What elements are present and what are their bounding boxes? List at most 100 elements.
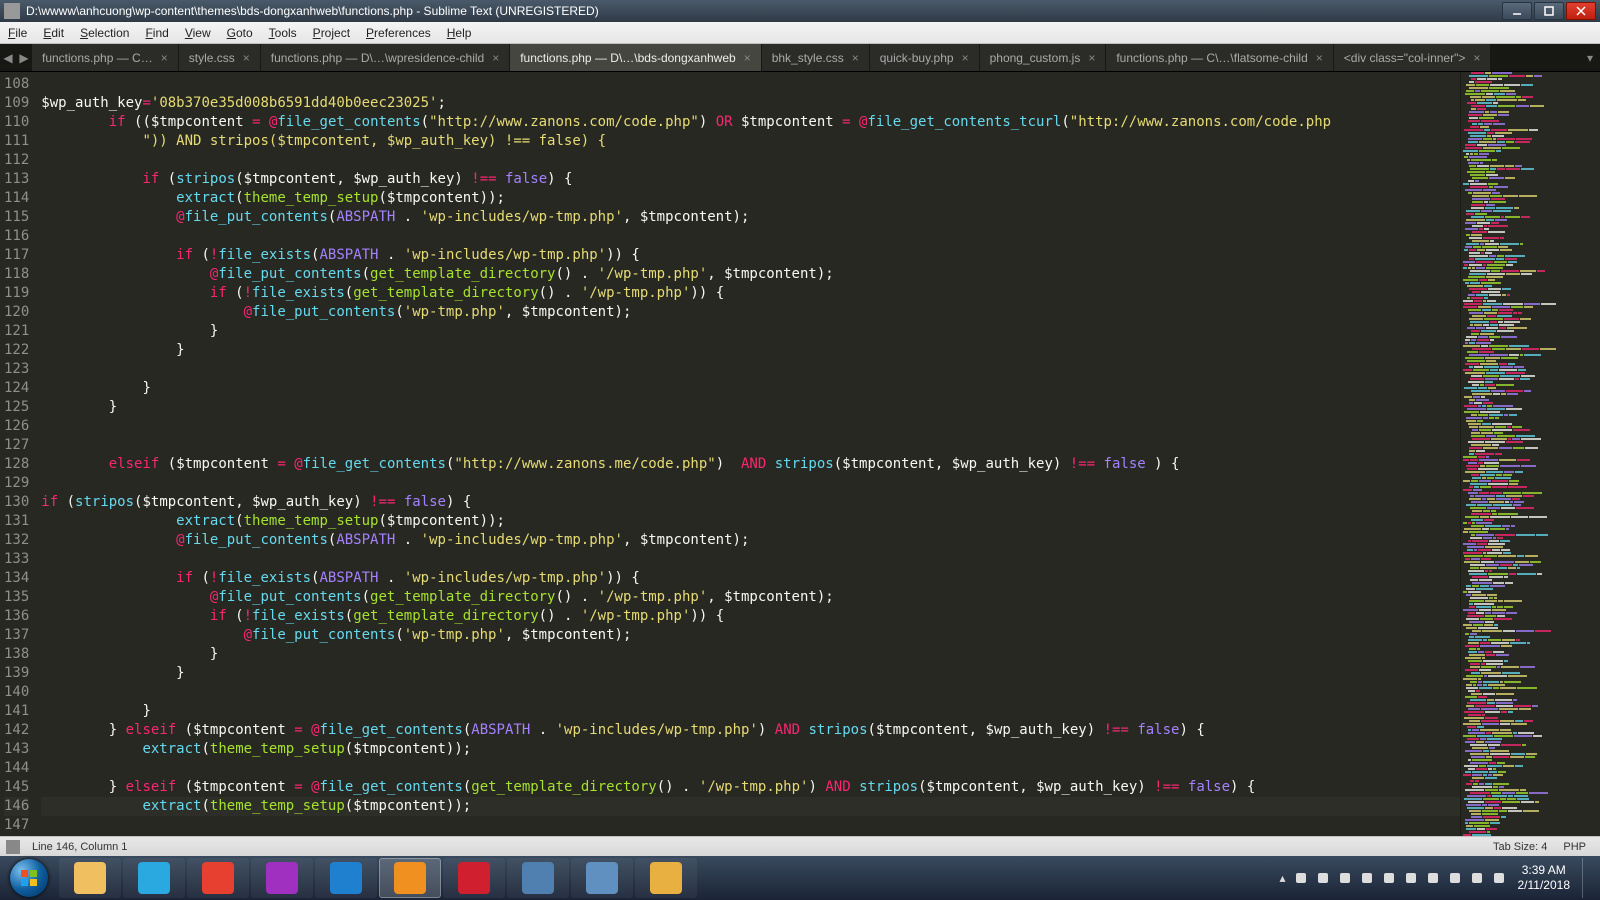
tab-close-icon[interactable]: × xyxy=(852,51,859,65)
code-line: } xyxy=(41,379,1460,398)
code-line: @file_put_contents(ABSPATH . 'wp-include… xyxy=(41,208,1460,227)
editor[interactable]: 1081091101111121131141151161171181191201… xyxy=(0,72,1600,836)
clock[interactable]: 3:39 AM 2/11/2018 xyxy=(1510,863,1579,893)
tab-8[interactable]: <div class="col-inner"> × xyxy=(1334,44,1492,71)
taskbar-app-purple[interactable] xyxy=(251,858,313,898)
menu-preferences[interactable]: Preferences xyxy=(358,23,439,43)
menu-selection[interactable]: Selection xyxy=(72,23,137,43)
tab-7[interactable]: functions.php — C\…\flatsome-child× xyxy=(1106,44,1333,71)
menu-tools[interactable]: Tools xyxy=(261,23,305,43)
menu-edit[interactable]: Edit xyxy=(35,23,72,43)
code-line: elseif ($tmpcontent = @file_get_contents… xyxy=(41,455,1460,474)
tab-2[interactable]: functions.php — D\…\wpresidence-child × xyxy=(261,44,510,71)
line-number: 118 xyxy=(4,265,29,284)
tray-flag-icon[interactable] xyxy=(1292,869,1310,887)
line-number: 134 xyxy=(4,569,29,588)
line-number: 132 xyxy=(4,531,29,550)
titlebar: D:\wwww\anhcuong\wp-content\themes\bds-d… xyxy=(0,0,1600,22)
tab-close-icon[interactable]: × xyxy=(1316,51,1323,65)
tab-close-icon[interactable]: × xyxy=(161,51,168,65)
menu-find[interactable]: Find xyxy=(137,23,176,43)
tab-size[interactable]: Tab Size: 4 xyxy=(1485,841,1555,853)
menu-help[interactable]: Help xyxy=(439,23,480,43)
line-number: 145 xyxy=(4,778,29,797)
tab-close-icon[interactable]: × xyxy=(744,51,751,65)
status-icon[interactable] xyxy=(6,840,20,854)
line-number: 136 xyxy=(4,607,29,626)
tab-close-icon[interactable]: × xyxy=(492,51,499,65)
taskbar-app-control[interactable] xyxy=(507,858,569,898)
line-number: 144 xyxy=(4,759,29,778)
taskbar-explorer[interactable] xyxy=(59,858,121,898)
line-number: 122 xyxy=(4,341,29,360)
system-tray: ▴ 3:39 AM 2/11/2018 xyxy=(1275,858,1600,898)
taskbar-chrome[interactable] xyxy=(187,858,249,898)
line-number: 135 xyxy=(4,588,29,607)
line-number: 138 xyxy=(4,645,29,664)
tab-0[interactable]: functions.php — C…× xyxy=(32,44,179,71)
tab-nav-fwd[interactable]: ▶ xyxy=(16,44,32,71)
tray-net-icon[interactable] xyxy=(1424,869,1442,887)
tab-6[interactable]: phong_custom.js× xyxy=(980,44,1107,71)
tab-3[interactable]: functions.php — D\…\bds-dongxanhweb× xyxy=(510,44,761,71)
tab-close-icon[interactable]: × xyxy=(962,51,969,65)
taskbar: ▴ 3:39 AM 2/11/2018 xyxy=(0,856,1600,900)
tabbar: ◀ ▶ functions.php — C…×style.css×functio… xyxy=(0,44,1600,72)
taskbar-sublime[interactable] xyxy=(379,858,441,898)
tab-close-icon[interactable]: × xyxy=(243,51,250,65)
code-line xyxy=(41,474,1460,493)
tab-4[interactable]: bhk_style.css × xyxy=(762,44,870,71)
code-line xyxy=(41,436,1460,455)
tab-dropdown[interactable]: ▾ xyxy=(1580,44,1600,71)
tray-overflow[interactable]: ▴ xyxy=(1275,871,1289,885)
line-number: 119 xyxy=(4,284,29,303)
gutter: 1081091101111121131141151161171181191201… xyxy=(0,72,37,836)
line-number: 143 xyxy=(4,740,29,759)
code-line xyxy=(41,151,1460,170)
tray-shield-icon[interactable] xyxy=(1314,869,1332,887)
taskbar-skype[interactable] xyxy=(123,858,185,898)
code-area[interactable]: $wp_auth_key='08b370e35d008b6591dd40b0ee… xyxy=(37,72,1460,836)
clock-time: 3:39 AM xyxy=(1518,863,1571,878)
tray-mail-icon[interactable] xyxy=(1358,869,1376,887)
tray-onedrive-icon[interactable] xyxy=(1336,869,1354,887)
minimap[interactable] xyxy=(1460,72,1600,836)
tab-close-icon[interactable]: × xyxy=(1473,51,1480,65)
menu-goto[interactable]: Goto xyxy=(219,23,261,43)
tray-input-icon[interactable] xyxy=(1446,869,1464,887)
tray-vol-icon[interactable] xyxy=(1490,869,1508,887)
tab-1[interactable]: style.css× xyxy=(179,44,261,71)
tab-label: bhk_style.css xyxy=(772,51,844,65)
menu-view[interactable]: View xyxy=(177,23,219,43)
tab-label: functions.php — D\…\wpresidence-child xyxy=(271,51,484,65)
start-button[interactable] xyxy=(0,856,58,900)
menu-file[interactable]: File xyxy=(0,23,35,43)
clock-date: 2/11/2018 xyxy=(1518,878,1571,893)
maximize-button[interactable] xyxy=(1534,2,1564,20)
code-line: $wp_auth_key='08b370e35d008b6591dd40b0ee… xyxy=(41,94,1460,113)
taskbar-paint[interactable] xyxy=(635,858,697,898)
tab-close-icon[interactable]: × xyxy=(1088,51,1095,65)
taskbar-opera[interactable] xyxy=(443,858,505,898)
code-line xyxy=(41,759,1460,778)
code-line: } xyxy=(41,645,1460,664)
cursor-position[interactable]: Line 146, Column 1 xyxy=(24,841,135,853)
tray-av-icon[interactable] xyxy=(1402,869,1420,887)
syntax-mode[interactable]: PHP xyxy=(1555,841,1594,853)
tray-wifi-icon[interactable] xyxy=(1468,869,1486,887)
line-number: 117 xyxy=(4,246,29,265)
line-number: 129 xyxy=(4,474,29,493)
app-icon xyxy=(4,3,20,19)
menu-project[interactable]: Project xyxy=(305,23,358,43)
tab-label: <div class="col-inner"> xyxy=(1344,51,1466,65)
line-number: 141 xyxy=(4,702,29,721)
show-desktop[interactable] xyxy=(1582,858,1594,898)
minimize-button[interactable] xyxy=(1502,2,1532,20)
close-button[interactable] xyxy=(1566,2,1596,20)
tab-5[interactable]: quick-buy.php× xyxy=(870,44,980,71)
tray-skype-icon[interactable] xyxy=(1380,869,1398,887)
code-line xyxy=(41,360,1460,379)
taskbar-vscode[interactable] xyxy=(315,858,377,898)
tab-nav-back[interactable]: ◀ xyxy=(0,44,16,71)
taskbar-app-window[interactable] xyxy=(571,858,633,898)
